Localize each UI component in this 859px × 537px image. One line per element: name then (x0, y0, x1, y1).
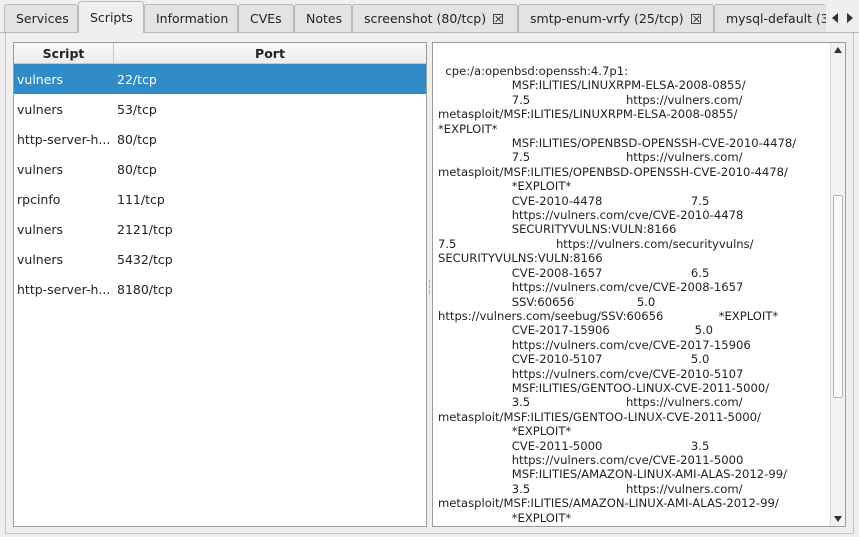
tab-information[interactable]: Information (144, 4, 238, 32)
tab-cves[interactable]: CVEs (238, 4, 294, 32)
port-cell: 80/tcp (117, 131, 157, 147)
scrollbar-track[interactable] (833, 59, 843, 510)
script-cell: http-server-h... (17, 131, 111, 147)
port-cell: 111/tcp (117, 191, 165, 207)
column-header-port[interactable]: Port (114, 43, 426, 63)
tab-label: mysql-default (3 (726, 11, 826, 26)
table-row[interactable]: vulners 5432/tcp (14, 244, 426, 274)
tab-notes[interactable]: Notes (294, 4, 352, 32)
tab-services[interactable]: Services (4, 4, 78, 32)
close-icon[interactable] (493, 13, 504, 24)
vertical-scrollbar[interactable] (830, 43, 845, 526)
table-row[interactable]: vulners 22/tcp (14, 64, 426, 94)
table-header: Script Port (14, 43, 426, 64)
scrollbar-thumb[interactable] (833, 195, 843, 398)
script-cell: http-server-h... (17, 281, 111, 297)
tab-scripts[interactable]: Scripts (78, 1, 144, 33)
script-cell: vulners (17, 71, 64, 87)
table-row[interactable]: vulners 80/tcp (14, 154, 426, 184)
script-output-text[interactable]: cpe:/a:openbsd:openssh:4.7p1: MSF:ILITIE… (438, 64, 828, 524)
close-icon[interactable] (690, 13, 701, 24)
port-cell: 22/tcp (117, 71, 157, 87)
port-cell: 5432/tcp (117, 251, 173, 267)
arrow-right-icon (847, 13, 853, 23)
scripts-table: Script Port vulners 22/tcp vulners 53/tc… (13, 42, 427, 527)
script-cell: vulners (17, 251, 64, 267)
script-output-pane[interactable]: cpe:/a:openbsd:openssh:4.7p1: MSF:ILITIE… (432, 42, 846, 527)
tab-scroll-right-button[interactable] (843, 4, 857, 32)
tab-label: Information (156, 11, 229, 26)
script-cell: vulners (17, 101, 64, 117)
arrow-down-icon (834, 516, 842, 522)
scroll-up-button[interactable] (831, 43, 845, 57)
table-row[interactable]: http-server-h... 80/tcp (14, 124, 426, 154)
tab-mysql-default[interactable]: mysql-default (3 (714, 4, 826, 32)
arrow-up-icon (834, 47, 842, 53)
tab-scroll-left-button[interactable] (828, 4, 842, 32)
tab-label: Services (16, 11, 69, 26)
column-header-script[interactable]: Script (14, 43, 114, 63)
tab-smtp-enum-vrfy[interactable]: smtp-enum-vrfy (25/tcp) (518, 4, 714, 32)
arrow-left-icon (832, 13, 838, 23)
port-cell: 80/tcp (117, 161, 157, 177)
tab-bar: Services Scripts Information CVEs Notes … (0, 0, 859, 34)
table-row[interactable]: http-server-h... 8180/tcp (14, 274, 426, 304)
tab-label: Notes (306, 11, 343, 26)
scroll-down-button[interactable] (831, 512, 845, 526)
table-row[interactable]: vulners 2121/tcp (14, 214, 426, 244)
tab-label: CVEs (250, 11, 282, 26)
table-row[interactable]: rpcinfo 111/tcp (14, 184, 426, 214)
tab-label: screenshot (80/tcp) (364, 11, 487, 26)
tab-label: smtp-enum-vrfy (25/tcp) (530, 11, 684, 26)
script-cell: vulners (17, 161, 64, 177)
port-cell: 8180/tcp (117, 281, 173, 297)
script-cell: vulners (17, 221, 64, 237)
tab-screenshot[interactable]: screenshot (80/tcp) (352, 4, 518, 32)
port-cell: 53/tcp (117, 101, 157, 117)
port-cell: 2121/tcp (117, 221, 173, 237)
script-cell: rpcinfo (17, 191, 61, 207)
table-row[interactable]: vulners 53/tcp (14, 94, 426, 124)
tab-label: Scripts (90, 10, 133, 25)
table-body: vulners 22/tcp vulners 53/tcp http-serve… (14, 64, 426, 304)
